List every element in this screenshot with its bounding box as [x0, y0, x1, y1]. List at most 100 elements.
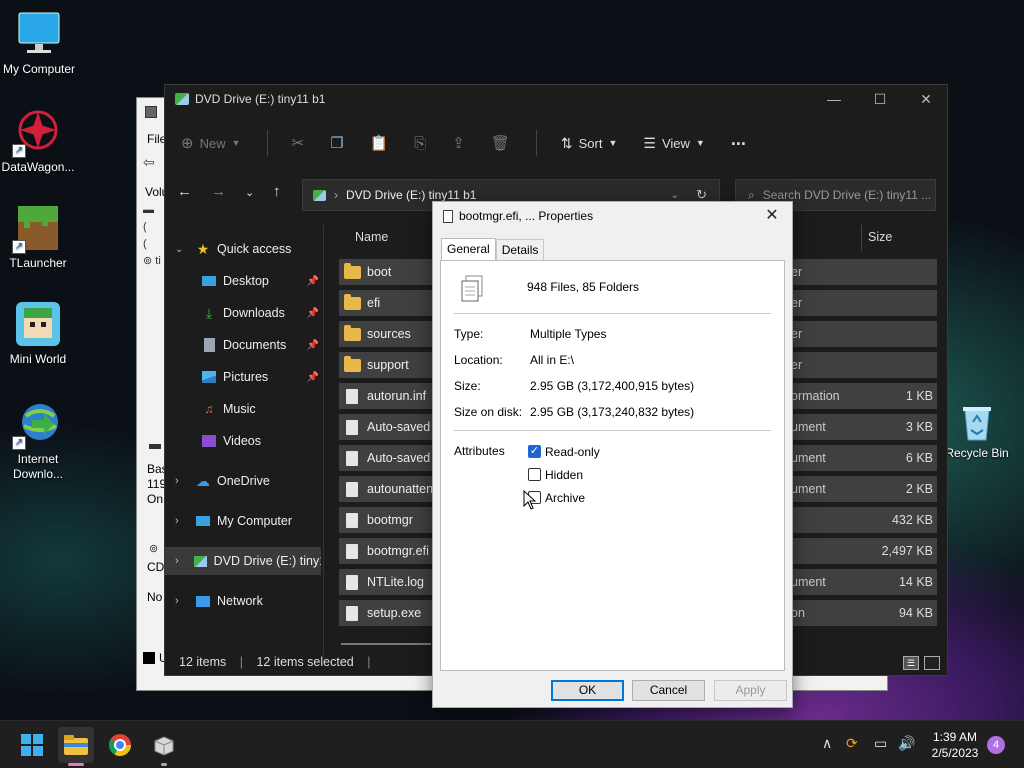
windows-logo-icon — [21, 734, 43, 756]
hidden-checkbox[interactable] — [528, 468, 541, 481]
taskbar: ∧ ⟳ ▭ 🔊 1:39 AM 2/5/2023 4 — [0, 720, 1024, 768]
taskbar-app-installer[interactable] — [146, 727, 182, 766]
pane-divider[interactable] — [323, 225, 324, 655]
sync-icon[interactable]: ⟳ — [846, 735, 858, 752]
network-display-icon[interactable]: ▭ — [874, 735, 887, 752]
sidebar-item-quick-access[interactable]: ⌄ ★ Quick access — [165, 235, 323, 263]
readonly-checkbox[interactable]: ✓ — [528, 445, 541, 458]
more-options-button[interactable]: ... — [731, 129, 746, 150]
desktop-icon-label: Recycle Bin — [945, 446, 1009, 460]
file-name: Auto-saved f — [367, 451, 437, 465]
breadcrumb-current[interactable]: DVD Drive (E:) tiny11 b1 — [346, 188, 476, 202]
active-indicator — [68, 763, 84, 766]
status-selected-count: 12 items selected — [256, 655, 354, 669]
sidebar-item-downloads[interactable]: ⤓ Downloads 📌 — [165, 299, 323, 327]
ok-button[interactable]: OK — [551, 680, 624, 701]
file-size: 432 KB — [891, 513, 933, 527]
bg-back-arrow-icon[interactable]: ⇦ — [143, 154, 155, 171]
dialog-title-bar[interactable]: bootmgr.efi, ... Properties — [443, 209, 593, 223]
volume-icon[interactable]: 🔊 — [898, 735, 915, 752]
dialog-close-button[interactable]: ✕ — [758, 204, 786, 228]
tab-details[interactable]: Details — [495, 239, 545, 261]
sidebar-item-network[interactable]: › Network — [165, 587, 323, 615]
cloud-icon: ☁ — [196, 472, 210, 489]
desktop-icon-my-computer[interactable]: My Computer — [1, 10, 77, 77]
navigation-pane: ⌄ ★ Quick access Desktop 📌 ⤓ Downloads 📌 Docu… — [165, 229, 323, 659]
clock[interactable]: 1:39 AM 2/5/2023 — [928, 729, 982, 761]
datawagon-icon: ↗ — [12, 108, 62, 158]
desktop-icon-datawagon[interactable]: ↗ DataWagon... — [0, 108, 76, 175]
sidebar-item-documents[interactable]: Documents 📌 — [165, 331, 323, 359]
apply-button[interactable]: Apply — [714, 680, 787, 701]
file-name: efi — [367, 296, 381, 310]
search-placeholder: Search DVD Drive (E:) tiny11 ... — [762, 188, 932, 202]
shortcut-arrow-icon: ↗ — [12, 240, 26, 254]
file-icon — [343, 605, 361, 621]
taskbar-file-explorer[interactable] — [58, 727, 94, 766]
up-arrow-icon[interactable]: ↑ — [273, 183, 281, 200]
new-button[interactable]: ⊕ New ▼ — [181, 134, 241, 152]
show-hidden-icons-chevron-icon[interactable]: ∧ — [822, 735, 832, 752]
desktop-icon-internet-download-manager[interactable]: ↗ Internet Downlo... — [0, 400, 76, 482]
cancel-button[interactable]: Cancel — [632, 680, 705, 701]
column-header-size[interactable]: Size — [861, 225, 941, 251]
readonly-label[interactable]: Read-only — [545, 445, 600, 459]
folder-icon — [343, 355, 361, 373]
forward-arrow-icon[interactable]: → — [211, 183, 226, 200]
sidebar-item-dvd-drive[interactable]: › DVD Drive (E:) tiny11 — [165, 547, 321, 575]
delete-icon[interactable]: 🗑 — [491, 134, 510, 152]
tab-general[interactable]: General — [441, 238, 496, 261]
folder-icon — [64, 735, 88, 755]
bg-info-nomedia: No — [147, 590, 163, 604]
rename-icon[interactable]: ⎘ — [414, 135, 426, 152]
file-type: ument — [791, 451, 826, 465]
minimize-button[interactable]: — — [811, 85, 857, 113]
maximize-button[interactable]: ☐ — [857, 85, 903, 113]
properties-dialog[interactable]: bootmgr.efi, ... Properties ✕ General De… — [432, 201, 793, 708]
desktop-icon-mini-world[interactable]: Mini World — [0, 300, 76, 367]
column-header-name[interactable]: Name — [355, 225, 388, 251]
recent-chevron-icon[interactable]: ⌄ — [245, 186, 254, 199]
sidebar-item-pictures[interactable]: Pictures 📌 — [165, 363, 323, 391]
desktop-icon-tlauncher[interactable]: ↗ TLauncher — [0, 204, 76, 271]
size-label: Size: — [454, 379, 481, 393]
close-button[interactable]: ✕ — [903, 85, 949, 113]
pin-icon: 📌 — [306, 371, 319, 383]
idm-globe-icon: ↗ — [12, 400, 62, 450]
desktop-icon-label: Mini World — [9, 352, 67, 366]
details-view-toggle[interactable]: ☰ — [903, 656, 919, 670]
share-icon[interactable]: ⇪ — [452, 134, 465, 152]
view-button[interactable]: ☰ View ▼ — [643, 135, 704, 152]
horizontal-scrollbar[interactable] — [341, 643, 431, 645]
music-icon: ♫ — [204, 402, 214, 416]
sidebar-item-desktop[interactable]: Desktop 📌 — [165, 267, 323, 295]
sidebar-item-music[interactable]: ♫ Music — [165, 395, 323, 423]
file-icon — [343, 450, 361, 466]
copy-icon[interactable]: ❐ — [330, 134, 343, 152]
address-dropdown-icon[interactable]: ⌄ — [671, 190, 679, 201]
sidebar-item-videos[interactable]: Videos — [165, 427, 323, 455]
sidebar-item-my-computer[interactable]: › My Computer — [165, 507, 323, 535]
taskbar-chrome[interactable] — [102, 727, 138, 763]
cut-icon[interactable]: ✂ — [292, 134, 305, 152]
back-arrow-icon[interactable]: ← — [177, 183, 192, 200]
desktop-icon-label: Internet Downlo... — [12, 452, 64, 481]
sort-button[interactable]: ⇅ Sort ▼ — [561, 135, 618, 152]
start-button[interactable] — [14, 727, 50, 763]
file-name: setup.exe — [367, 606, 422, 620]
paste-icon[interactable]: 📋 — [370, 134, 389, 152]
sidebar-item-onedrive[interactable]: › ☁ OneDrive — [165, 467, 323, 495]
file-name: autorun.inf — [367, 389, 427, 403]
file-size: 3 KB — [905, 420, 933, 434]
file-name: Auto-saved 2 — [367, 420, 437, 434]
desktop-icon-recycle-bin[interactable]: Recycle Bin — [940, 402, 1014, 461]
archive-label[interactable]: Archive — [545, 491, 585, 505]
desktop-icon-label: DataWagon... — [1, 160, 75, 174]
hidden-label[interactable]: Hidden — [545, 468, 583, 482]
bg-info-cd: CD — [147, 560, 165, 574]
bg-legend-swatch — [143, 652, 155, 664]
tiles-view-toggle[interactable] — [924, 656, 940, 670]
notification-badge[interactable]: 4 — [987, 736, 1005, 754]
pin-icon: 📌 — [306, 339, 319, 351]
file-size: 2,497 KB — [881, 544, 933, 558]
